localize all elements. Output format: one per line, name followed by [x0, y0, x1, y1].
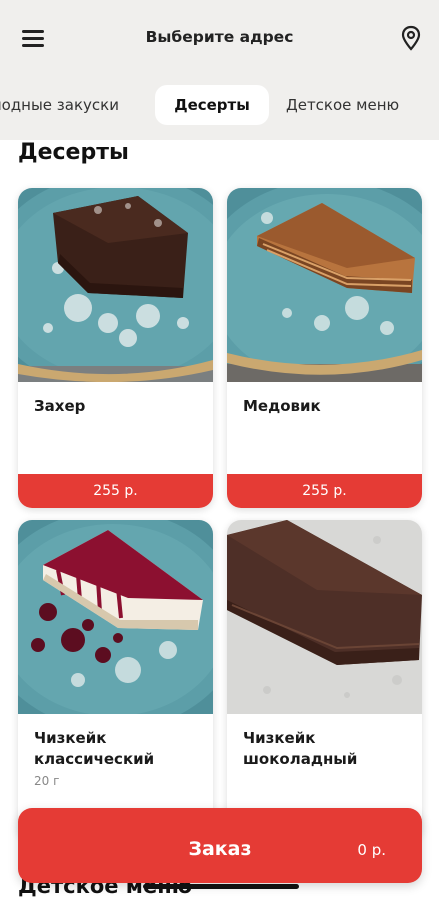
- tab-kids-menu[interactable]: Детское меню: [286, 85, 399, 125]
- section-title: Десерты: [18, 140, 129, 165]
- product-name: Чизкейк классический: [34, 729, 155, 768]
- order-button[interactable]: Заказ 0 р.: [18, 808, 422, 883]
- app-header: Выберите адрес лодные закуски Десерты Де…: [0, 0, 439, 140]
- map-pin-icon[interactable]: [400, 25, 422, 51]
- product-name: Медовик: [243, 397, 321, 415]
- product-card-sacher[interactable]: Захер 255 р.: [18, 188, 213, 508]
- product-photo: [18, 520, 213, 714]
- order-total: 0 р.: [357, 841, 386, 859]
- product-name: Захер: [34, 397, 86, 415]
- product-photo: [227, 520, 422, 714]
- tab-cold-starters[interactable]: лодные закуски: [0, 85, 119, 125]
- product-card-cheesecake-classic[interactable]: Чизкейк классический 20 г: [18, 520, 213, 840]
- price-button[interactable]: 255 р.: [227, 474, 422, 508]
- price-button[interactable]: 255 р.: [18, 474, 213, 508]
- home-indicator[interactable]: [143, 884, 299, 889]
- product-photo: [18, 188, 213, 382]
- product-weight: 20 г: [34, 774, 60, 788]
- category-tabs: лодные закуски Десерты Детское меню: [0, 85, 439, 127]
- tab-desserts[interactable]: Десерты: [155, 85, 269, 125]
- product-photo: [227, 188, 422, 382]
- address-selector[interactable]: Выберите адрес: [0, 28, 439, 46]
- product-name: Чизкейк шоколадный: [243, 729, 358, 768]
- product-card-cheesecake-chocolate[interactable]: Чизкейк шоколадный: [227, 520, 422, 840]
- product-card-medovik[interactable]: Медовик 255 р.: [227, 188, 422, 508]
